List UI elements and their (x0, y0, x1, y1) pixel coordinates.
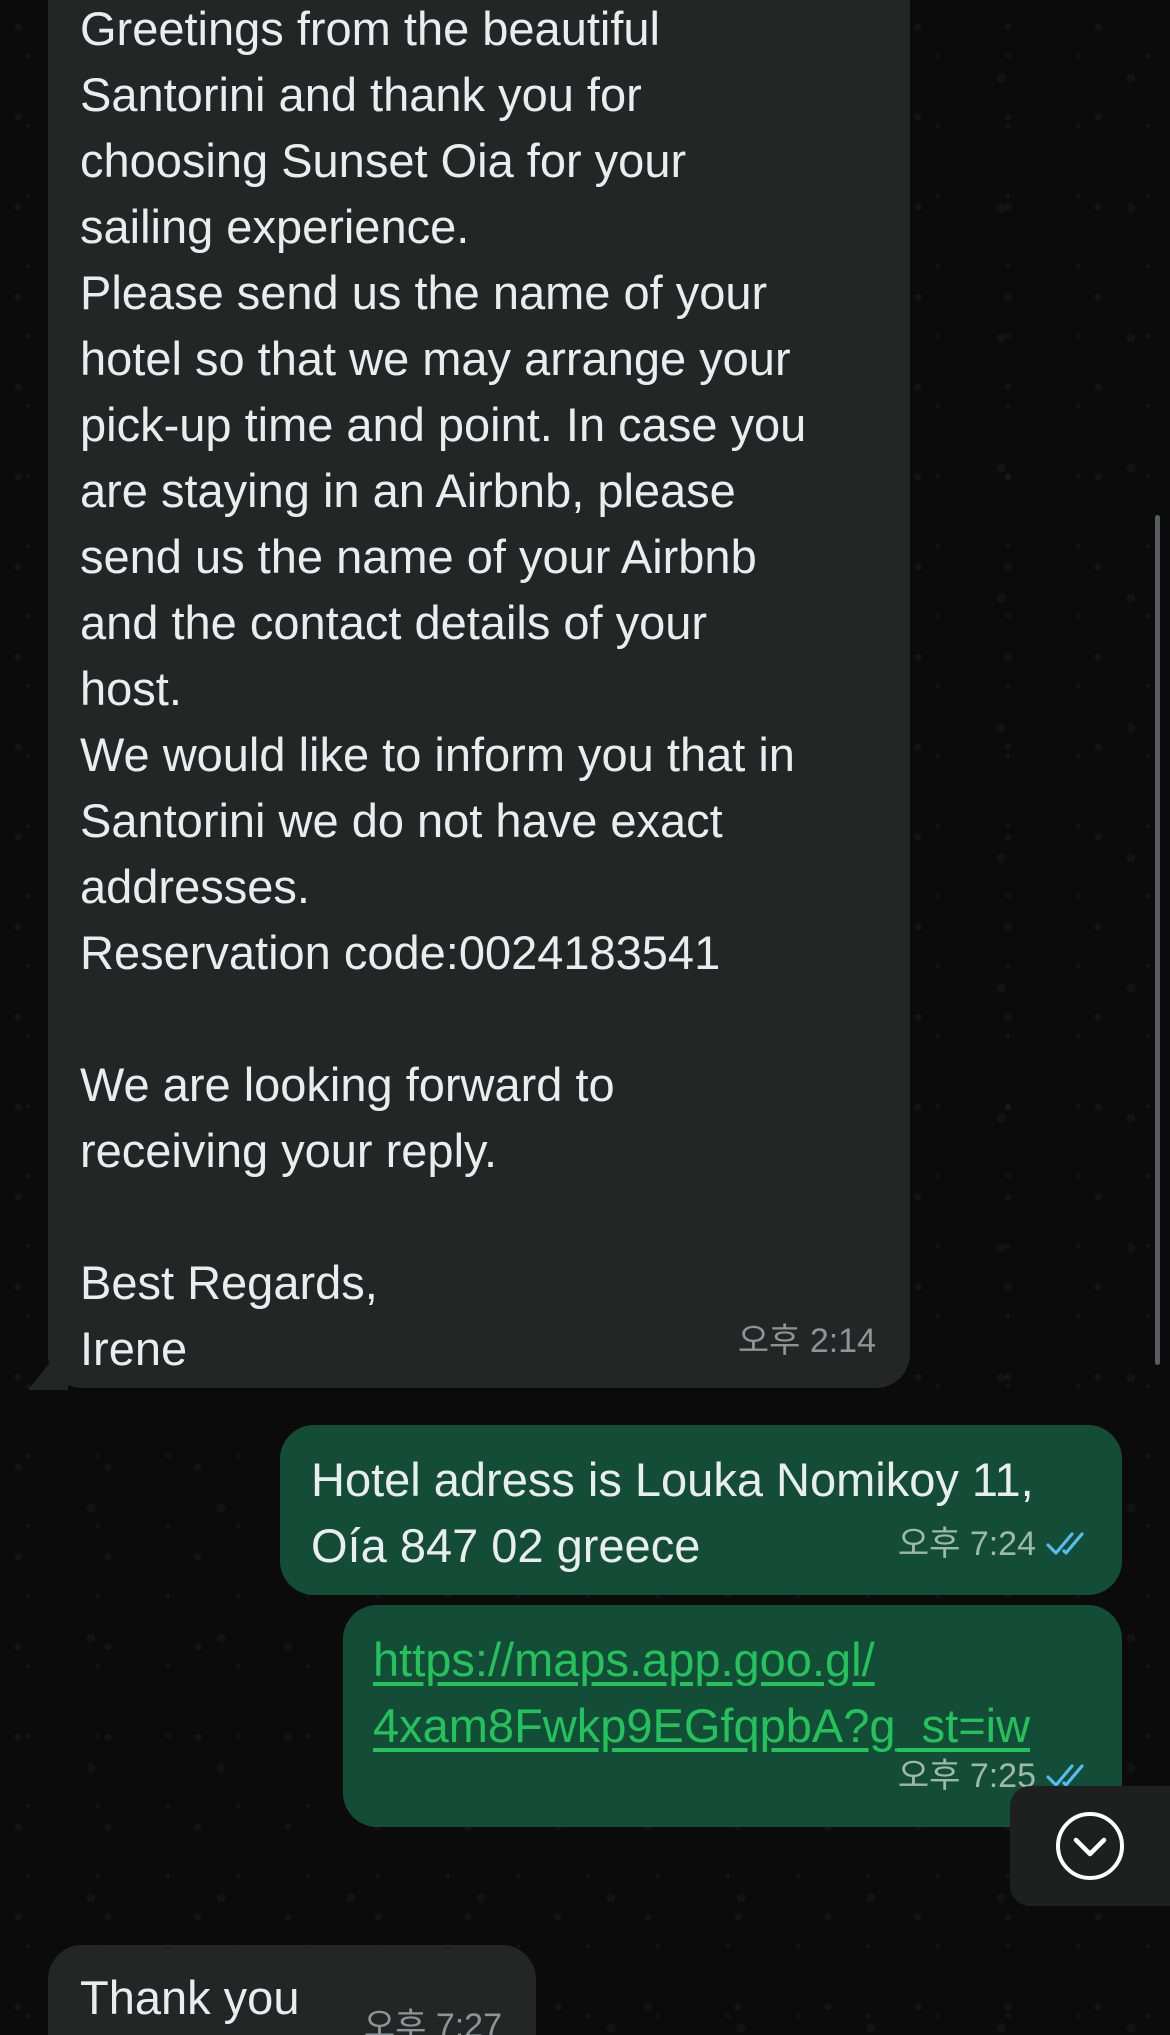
message-time: 오후 2:14 (737, 1322, 876, 1360)
message-line: and the contact details of your (80, 596, 708, 649)
message-line (80, 1184, 880, 1250)
message-text: Greetings from the beautiful Santorini a… (80, 0, 880, 1382)
message-line: send us the name of your Airbnb (80, 530, 757, 583)
message-line: Santorini and thank you for (80, 68, 642, 121)
message-line: host. (80, 662, 182, 715)
message-line: Greetings from the beautiful (80, 2, 660, 55)
scroll-to-bottom-button[interactable] (1010, 1786, 1170, 1906)
message-line: sailing experience. (80, 200, 470, 253)
message-line: Hotel adress is Louka Nomikoy 11, (311, 1453, 1034, 1506)
message-line: Reservation code:0024183541 (80, 926, 721, 979)
message-line: addresses. (80, 860, 310, 913)
message-line: Best Regards, (80, 1256, 378, 1309)
link-line[interactable]: https://maps.app.goo.gl/ (373, 1627, 1092, 1693)
message-line: choosing Sunset Oia for your (80, 134, 687, 187)
message-bubble-outgoing[interactable]: Hotel adress is Louka Nomikoy 11, Oía 84… (280, 1425, 1122, 1595)
message-meta: 오후 2:14 (738, 1308, 876, 1374)
message-bubble-incoming[interactable]: Greetings from the beautiful Santorini a… (48, 0, 910, 1388)
chat-window[interactable]: Greetings from the beautiful Santorini a… (0, 0, 1170, 2035)
message-line: receiving your reply. (80, 1124, 498, 1177)
message-bubble-outgoing[interactable]: https://maps.app.goo.gl/ 4xam8Fwkp9EGfqp… (343, 1605, 1122, 1827)
message-meta: 오후 7:24 (898, 1511, 1096, 1577)
message-line: We are looking forward to (80, 1058, 615, 1111)
message-line: pick-up time and point. In case you (80, 398, 807, 451)
message-line: We would like to inform you that in (80, 728, 795, 781)
message-line: Santorini we do not have exact (80, 794, 723, 847)
link-text[interactable]: https://maps.app.goo.gl/ 4xam8Fwkp9EGfqp… (373, 1627, 1092, 1759)
double-check-icon (1046, 1532, 1084, 1555)
message-line (80, 986, 880, 1052)
message-time: 오후 7:27 (363, 2007, 502, 2035)
message-line: Please send us the name of your (80, 266, 768, 319)
scrollbar[interactable] (1155, 515, 1160, 1365)
message-line: are staying in an Airbnb, please (80, 464, 736, 517)
message-bubble-incoming[interactable]: Thank you 오후 7:27 (48, 1945, 536, 2035)
chevron-down-icon (1056, 1812, 1124, 1880)
message-meta: 오후 7:27 (364, 1993, 502, 2035)
message-line: hotel so that we may arrange your (80, 332, 791, 385)
message-time: 오후 7:24 (897, 1525, 1036, 1563)
